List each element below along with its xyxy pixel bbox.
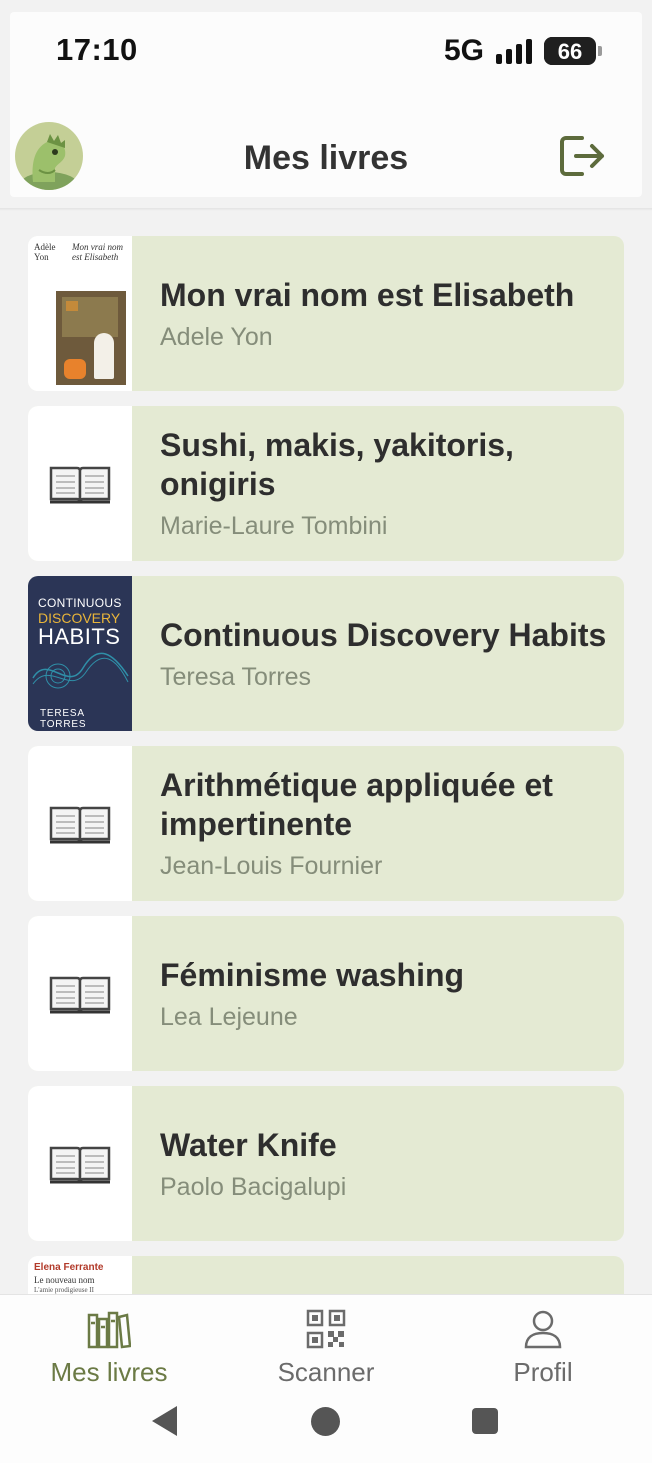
book-author: Teresa Torres — [160, 662, 311, 691]
nav-label: Mes livres — [50, 1357, 168, 1387]
book-author: Lea Lejeune — [160, 1002, 298, 1031]
cover-text: est Elisabeth — [72, 252, 119, 262]
back-icon[interactable] — [152, 1406, 177, 1436]
book-card[interactable]: Water Knife Paolo Bacigalupi — [28, 1086, 624, 1241]
book-card[interactable]: Arithmétique appliquée et impertinente J… — [28, 746, 624, 901]
nav-label: Profil — [513, 1357, 573, 1387]
recent-apps-icon[interactable] — [472, 1408, 498, 1434]
nav-item-profil[interactable]: Profil — [468, 1295, 618, 1389]
app-header: 17:10 5G 66 Mes livres — [10, 12, 642, 197]
nav-item-scanner[interactable]: Scanner — [251, 1295, 401, 1389]
book-author: Jean-Louis Fournier — [160, 852, 383, 880]
book-title: Arithmétique appliquée et impertinente — [160, 767, 553, 842]
book-icon — [49, 466, 111, 503]
battery-label: 66 — [557, 39, 583, 64]
qr-code-icon — [306, 1309, 346, 1349]
top-frame — [0, 0, 652, 12]
cover-text: TERESA TORRES — [40, 708, 87, 730]
system-navigation-bar — [0, 1388, 652, 1463]
logout-button[interactable] — [558, 134, 608, 178]
book-cover — [28, 1086, 132, 1241]
cover-photo — [56, 291, 126, 385]
header-divider — [0, 208, 652, 211]
book-card[interactable]: Elena Ferrante Le nouveau nom L'amie pro… — [28, 1256, 624, 1294]
signal-icon — [496, 38, 532, 64]
book-cover — [28, 916, 132, 1071]
person-icon — [524, 1310, 562, 1349]
cover-text: Adèle — [34, 242, 56, 252]
network-label: 5G — [443, 34, 484, 67]
nav-label: Scanner — [277, 1357, 375, 1387]
book-icon — [49, 806, 111, 843]
cover-text: Le nouveau nom — [34, 1275, 95, 1285]
book-cover: CONTINUOUS DISCOVERY HABITS TERESA TORRE… — [28, 576, 132, 731]
book-title: Mon vrai nom est Elisabeth — [160, 276, 575, 313]
cover-text: HABITS — [38, 624, 121, 649]
status-time: 17:10 — [56, 32, 138, 67]
cover-text: Elena Ferrante — [34, 1262, 104, 1273]
book-card[interactable]: Féminisme washing Lea Lejeune — [28, 916, 624, 1071]
book-card[interactable]: Adèle Yon Mon vrai nom est Elisabeth Mon v… — [28, 236, 624, 391]
book-cover: Adèle Yon Mon vrai nom est Elisabeth — [28, 236, 132, 391]
book-title: Féminisme washing — [160, 956, 465, 993]
book-title: Water Knife — [160, 1126, 337, 1163]
home-icon[interactable] — [311, 1407, 340, 1436]
status-indicators: 5G 66 — [443, 34, 602, 68]
book-title: Continuous Discovery Habits — [160, 616, 607, 653]
book-cover — [28, 406, 132, 561]
book-icon — [49, 976, 111, 1013]
book-list[interactable]: Adèle Yon Mon vrai nom est Elisabeth Mon v… — [28, 236, 624, 1294]
cover-text: CONTINUOUS — [38, 596, 122, 610]
bookshelf-icon — [87, 1311, 131, 1349]
book-cover: Elena Ferrante Le nouveau nom L'amie pro… — [28, 1256, 132, 1294]
logout-icon — [560, 136, 604, 176]
battery-icon: 66 — [544, 37, 602, 65]
book-author: Adele Yon — [160, 322, 273, 351]
page-title: Mes livres — [243, 139, 409, 177]
cover-text: Mon vrai nom — [72, 242, 123, 252]
cover-swirl — [32, 652, 129, 689]
cover-text: Yon — [34, 252, 49, 262]
book-icon — [49, 1146, 111, 1183]
cover-text: L'amie prodigieuse II — [34, 1286, 94, 1294]
book-title: Sushi, makis, yakitoris, onigiris — [160, 427, 514, 502]
book-card[interactable]: CONTINUOUS DISCOVERY HABITS TERESA TORRE… — [28, 576, 624, 731]
nav-item-mes-livres[interactable]: Mes livres — [34, 1295, 184, 1389]
book-cover — [28, 746, 132, 901]
book-author: Paolo Bacigalupi — [160, 1172, 347, 1201]
book-author: Marie-Laure Tombini — [160, 512, 388, 540]
bottom-navigation: Mes livres Scanner Profil — [0, 1294, 652, 1389]
book-card[interactable]: Sushi, makis, yakitoris, onigiris Marie-… — [28, 406, 624, 561]
